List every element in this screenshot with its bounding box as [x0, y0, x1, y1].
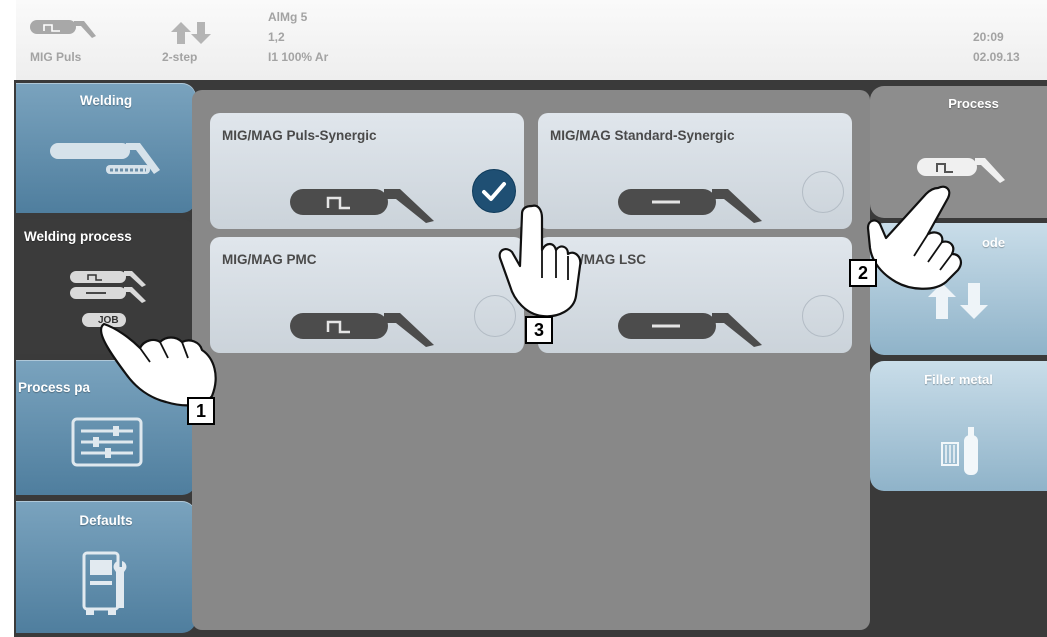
machine-wrench-icon	[82, 551, 138, 617]
wire-diameter-status: 1,2	[268, 30, 285, 44]
callout-3: 3	[525, 316, 553, 344]
material-status: AlMg 5	[268, 10, 308, 24]
pulse-torch-icon	[915, 152, 1007, 184]
process-card-puls-synergic[interactable]: MIG/MAG Puls-Synergic	[210, 113, 524, 229]
mode-arrows-icon	[171, 22, 211, 44]
pulse-torch-icon	[28, 16, 98, 40]
process-card-label: MIG/MAG PMC	[222, 252, 317, 267]
hand-pointer-icon	[96, 318, 226, 408]
radio-unselected[interactable]	[802, 171, 844, 213]
radio-unselected[interactable]	[802, 295, 844, 337]
process-status: MIG Puls	[30, 50, 82, 64]
tab-process-label: Process	[948, 96, 999, 111]
tab-filler-metal-label: Filler metal	[924, 372, 993, 387]
pulse-torch-icon	[288, 177, 438, 223]
tab-defaults-label: Defaults	[79, 513, 133, 528]
filler-wire-gas-icon	[940, 421, 980, 477]
hand-pointer-icon	[862, 182, 972, 292]
process-selection-panel: MIG/MAG Puls-Synergic MIG/MAG Standard-S…	[192, 90, 870, 630]
gas-status: I1 100% Ar	[268, 50, 329, 64]
process-card-label: MIG/MAG Standard-Synergic	[550, 128, 735, 143]
callout-1: 1	[187, 397, 215, 425]
tab-welding-process-label: Welding process	[24, 229, 132, 244]
pulse-torch-icon	[288, 301, 438, 347]
standard-torch-icon	[616, 301, 766, 347]
hand-pointer-icon	[496, 200, 586, 320]
time-display: 20:09	[973, 30, 1004, 44]
tab-welding-label: Welding	[79, 93, 133, 108]
callout-2: 2	[849, 259, 877, 287]
tab-welding[interactable]: Welding	[16, 83, 196, 213]
tab-defaults[interactable]: Defaults	[16, 501, 196, 633]
process-card-label: /MAG LSC	[580, 252, 646, 267]
standard-torch-icon	[616, 177, 766, 223]
process-card-pmc[interactable]: MIG/MAG PMC	[210, 237, 524, 353]
tab-filler-metal[interactable]: Filler metal	[870, 361, 1047, 491]
date-display: 02.09.13	[973, 50, 1020, 64]
status-bar: MIG Puls 2-step AlMg 5 1,2 I1 100% Ar 20…	[16, 0, 1047, 80]
torch-icon	[48, 138, 163, 178]
sliders-icon	[71, 417, 143, 467]
process-card-label: MIG/MAG Puls-Synergic	[222, 128, 377, 143]
mode-status: 2-step	[162, 50, 198, 64]
